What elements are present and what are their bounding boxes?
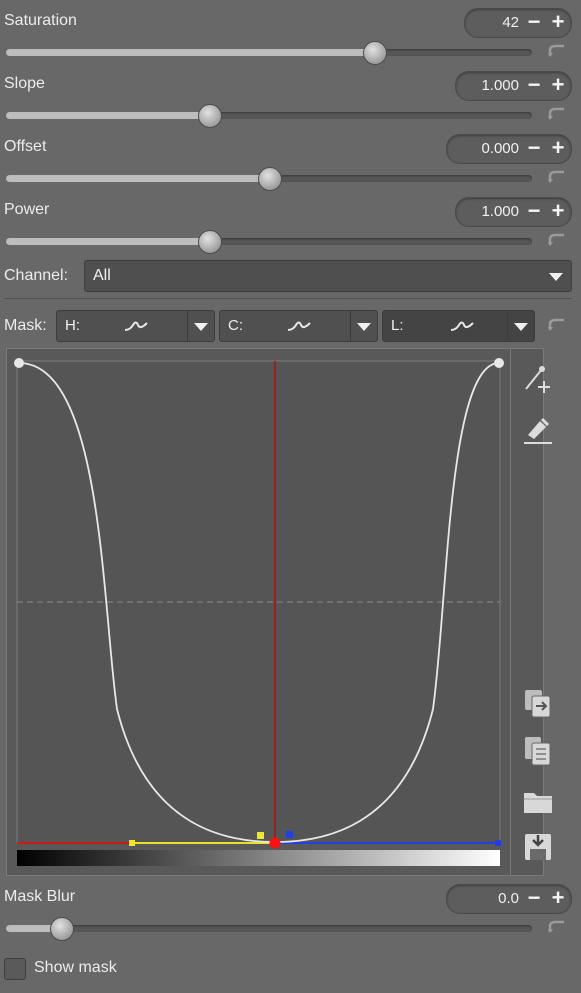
power-slider-fill <box>6 238 209 245</box>
curve-control-point[interactable] <box>494 358 504 368</box>
saturation-slider-fill <box>6 49 375 56</box>
mask-blur-spinbox[interactable]: 0.0 − + <box>446 884 572 914</box>
power-slider-handle[interactable] <box>197 230 222 254</box>
tangent-handle-yellow[interactable] <box>257 832 264 839</box>
channel-label: Channel: <box>4 267 69 284</box>
mask-c-dropdown-button[interactable] <box>350 311 377 341</box>
save-icon[interactable] <box>520 829 556 865</box>
slider-power: Power 1.000 − + <box>0 189 581 254</box>
power-increment-button[interactable]: + <box>547 199 569 225</box>
power-decrement-button[interactable]: − <box>523 199 545 225</box>
saturation-decrement-button[interactable]: − <box>523 10 545 36</box>
power-spinbox[interactable]: 1.000 − + <box>455 197 572 227</box>
chevron-down-icon <box>357 323 371 331</box>
show-mask-checkbox[interactable] <box>4 958 26 980</box>
slope-increment-button[interactable]: + <box>547 73 569 99</box>
saturation-spinbox[interactable]: 42 − + <box>464 8 572 38</box>
copy-icon[interactable] <box>520 685 556 721</box>
mask-blur-slider-handle[interactable] <box>50 917 75 941</box>
channel-select[interactable]: All <box>84 260 572 292</box>
open-folder-icon[interactable] <box>520 783 556 819</box>
slider-mask-blur: Mask Blur 0.0 − + <box>0 876 581 941</box>
power-reset-icon[interactable] <box>547 233 567 247</box>
slope-decrement-button[interactable]: − <box>523 73 545 99</box>
offset-value[interactable]: 0.000 <box>481 140 519 157</box>
curve-type-icon <box>450 321 474 331</box>
offset-slider-handle[interactable] <box>258 167 282 191</box>
offset-slider-track[interactable] <box>6 167 532 191</box>
offset-slider-fill <box>6 175 269 182</box>
saturation-reset-icon[interactable] <box>547 44 567 58</box>
luminance-gradient-bar <box>17 850 500 866</box>
curve-control-point-selected[interactable] <box>269 837 281 849</box>
add-point-icon[interactable] <box>520 361 556 397</box>
offset-spinbox[interactable]: 0.000 − + <box>446 134 572 164</box>
curve-type-icon <box>124 321 148 331</box>
chevron-down-icon <box>194 323 208 331</box>
mask-blur-decrement-button[interactable]: − <box>523 886 545 912</box>
slope-slider-handle[interactable] <box>197 104 222 128</box>
saturation-slider-track[interactable] <box>6 41 532 65</box>
saturation-slider-handle[interactable] <box>363 41 388 65</box>
mask-label: Mask: <box>4 317 47 334</box>
mask-l-letter: L: <box>391 317 404 334</box>
tangent-handle-blue[interactable] <box>495 840 501 846</box>
chevron-down-icon <box>549 273 563 281</box>
mask-h-dropdown-button[interactable] <box>187 311 214 341</box>
curve-toolbar-divider <box>510 349 511 875</box>
offset-reset-icon[interactable] <box>547 170 567 184</box>
slider-slope: Slope 1.000 − + <box>0 63 581 128</box>
mask-c-letter: C: <box>228 317 243 334</box>
slider-offset: Offset 0.000 − + <box>0 126 581 191</box>
slope-slider-fill <box>6 112 209 119</box>
pick-point-icon[interactable] <box>520 411 556 447</box>
slope-spinbox[interactable]: 1.000 − + <box>455 71 572 101</box>
channel-selected-value: All <box>93 267 111 284</box>
show-mask-label[interactable]: Show mask <box>34 959 117 977</box>
mask-l-curve-select[interactable]: L: <box>382 310 535 342</box>
chevron-down-icon <box>514 323 528 331</box>
mask-reset-icon[interactable] <box>547 318 567 332</box>
mask-h-letter: H: <box>65 317 80 334</box>
curve-control-point[interactable] <box>14 358 24 368</box>
slider-saturation: Saturation 42 − + <box>0 0 581 65</box>
curve-editor <box>6 348 552 876</box>
tangent-handle-blue[interactable] <box>286 831 293 838</box>
curve-canvas[interactable] <box>7 349 510 875</box>
offset-decrement-button[interactable]: − <box>523 136 545 162</box>
mask-blur-increment-button[interactable]: + <box>547 886 569 912</box>
saturation-label: Saturation <box>4 12 77 29</box>
slope-slider-track[interactable] <box>6 104 532 128</box>
slope-reset-icon[interactable] <box>547 107 567 121</box>
mask-blur-label: Mask Blur <box>4 888 76 905</box>
mask-h-curve-select[interactable]: H: <box>56 310 215 342</box>
mask-blur-reset-icon[interactable] <box>547 920 567 934</box>
power-value[interactable]: 1.000 <box>481 203 519 220</box>
saturation-increment-button[interactable]: + <box>547 10 569 36</box>
power-label: Power <box>4 201 50 218</box>
offset-label: Offset <box>4 138 47 155</box>
curve-type-icon <box>287 321 311 331</box>
offset-increment-button[interactable]: + <box>547 136 569 162</box>
mask-blur-slider-track[interactable] <box>6 917 532 941</box>
mask-c-curve-select[interactable]: C: <box>219 310 378 342</box>
power-slider-track[interactable] <box>6 230 532 254</box>
mask-l-dropdown-button[interactable] <box>507 311 534 341</box>
saturation-value[interactable]: 42 <box>502 14 519 31</box>
separator <box>4 298 572 299</box>
tangent-handle-yellow[interactable] <box>129 840 135 846</box>
mask-blur-value[interactable]: 0.0 <box>498 890 519 907</box>
slope-label: Slope <box>4 75 45 92</box>
slope-value[interactable]: 1.000 <box>481 77 519 94</box>
paste-icon[interactable] <box>520 733 556 769</box>
